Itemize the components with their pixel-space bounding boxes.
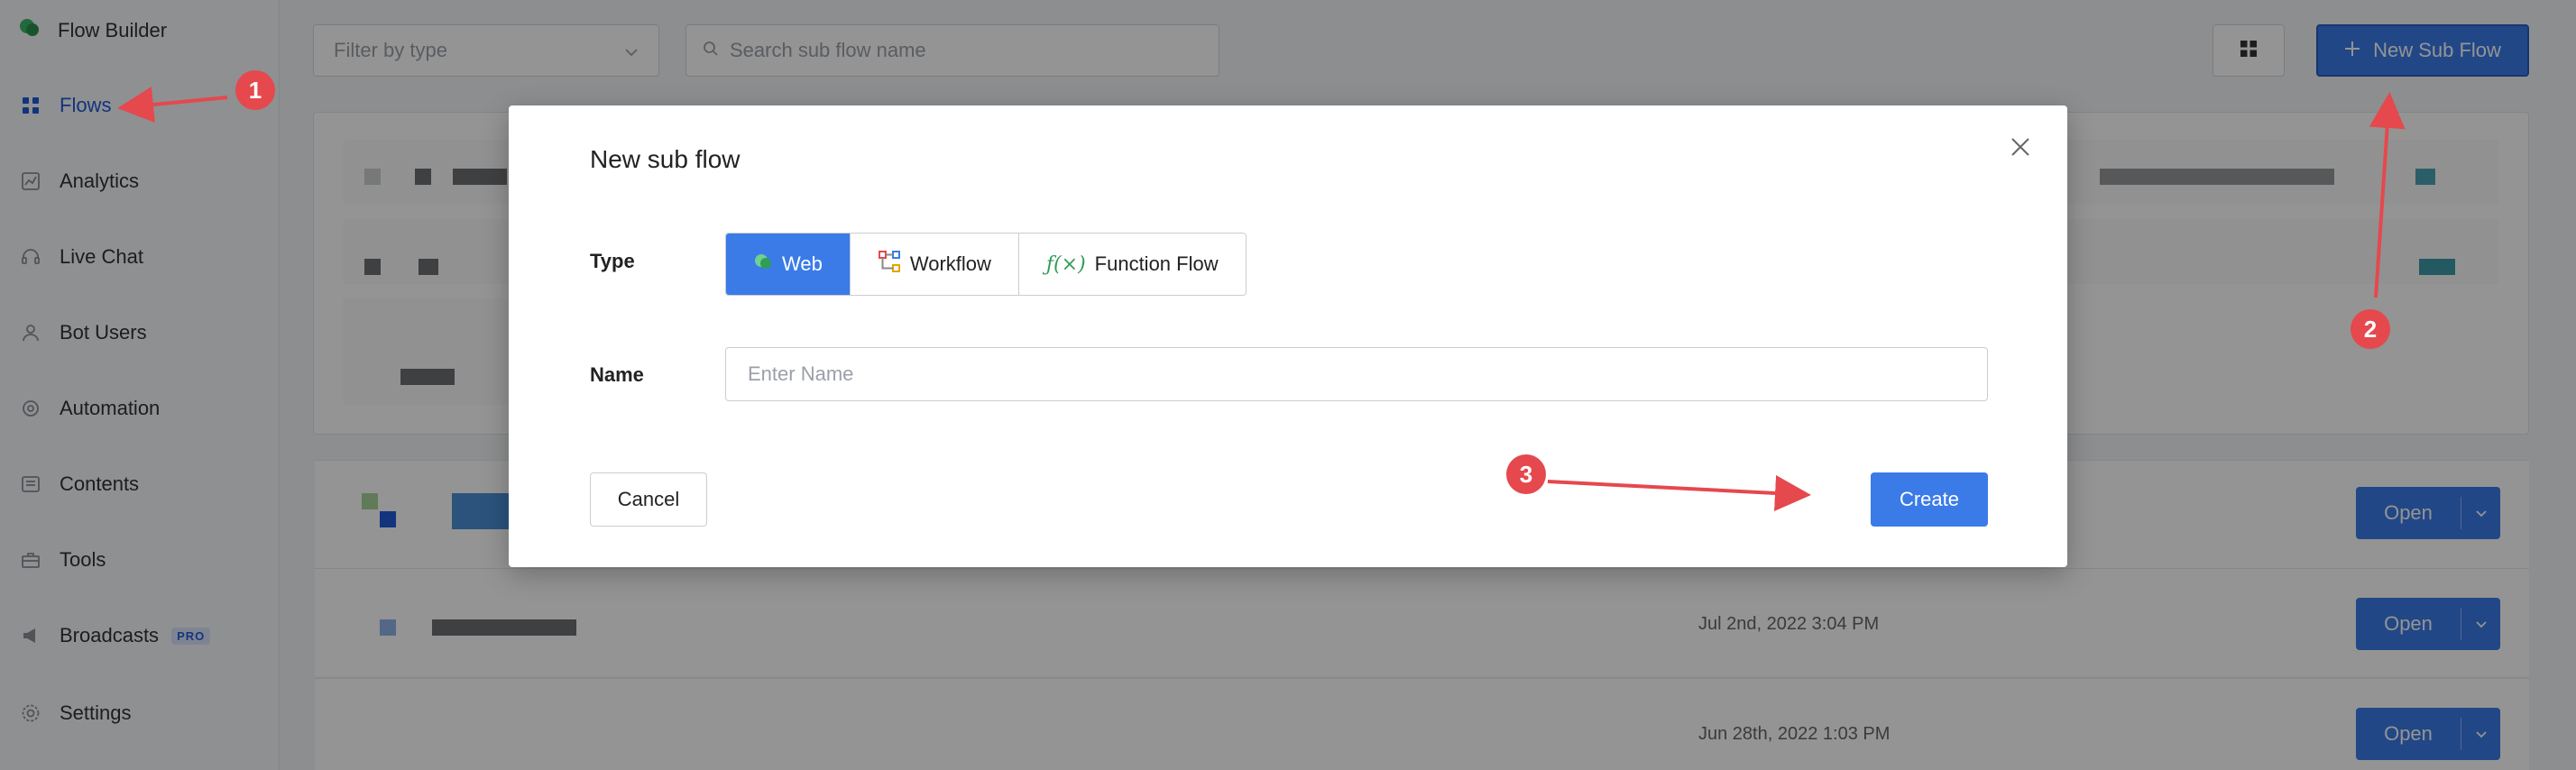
step-marker: 2 [2351,309,2390,349]
step-marker: 1 [235,70,275,110]
annotation-arrows [117,87,2406,511]
step-marker: 3 [1506,454,1546,494]
